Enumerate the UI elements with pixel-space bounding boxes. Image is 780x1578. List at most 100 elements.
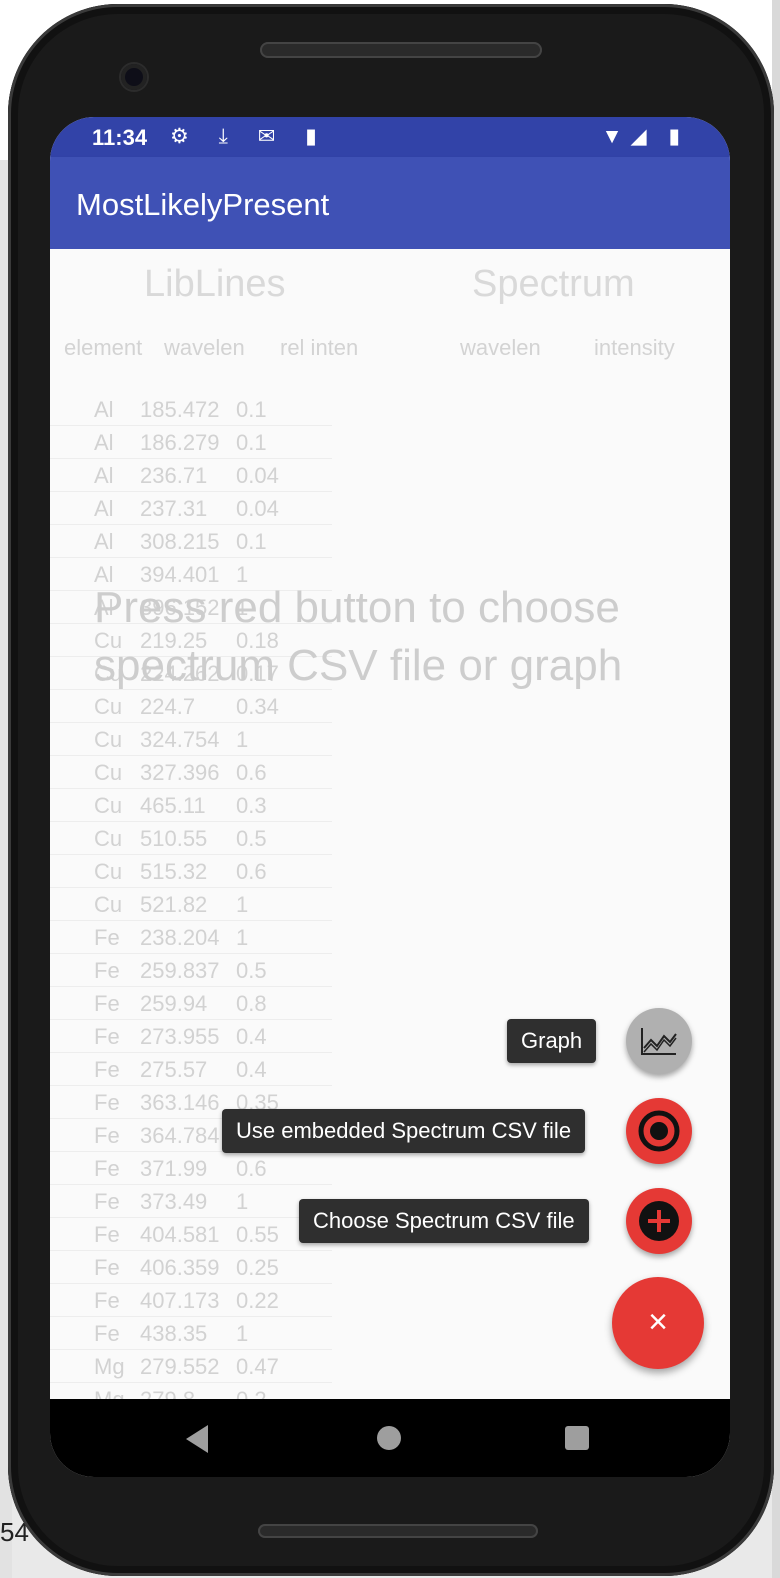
row-element: Al (94, 496, 114, 521)
row-rel-inten: 0.6 (236, 1156, 267, 1181)
row-rel-inten: 0.1 (236, 397, 267, 422)
row-rel-inten: 0.8 (236, 991, 267, 1016)
row-rel-inten: 0.55 (236, 1222, 279, 1247)
row-element: Cu (94, 694, 123, 719)
table-row: Al 237.31 0.04 (50, 492, 332, 525)
row-rel-inten: 0.04 (236, 496, 279, 521)
table-row: Cu 515.32 0.6 (50, 855, 332, 888)
graph-label[interactable]: Graph (507, 1019, 597, 1063)
row-element: Fe (94, 1090, 120, 1115)
table-row: Cu 521.82 1 (50, 888, 332, 921)
row-wavelen: 236.71 (140, 463, 208, 488)
table-row: Al 186.279 0.1 (50, 426, 332, 459)
row-element: Fe (94, 1222, 120, 1247)
row-wavelen: 515.32 (140, 859, 208, 884)
close-menu-fab[interactable]: × (612, 1277, 704, 1369)
row-element: Fe (94, 1255, 120, 1280)
status-bar: 11:34 ⚙ ⤓ ✉ ▮ ▼◢ ▮ (50, 117, 730, 157)
row-element: Cu (94, 892, 123, 917)
bottom-speaker (258, 1524, 538, 1538)
navigation-bar (50, 1399, 730, 1477)
table-row: Fe 438.35 1 (50, 1317, 332, 1350)
row-wavelen: 279.552 (140, 1354, 220, 1379)
table-row: Cu 510.55 0.5 (50, 822, 332, 855)
choose-csv-button[interactable] (626, 1188, 692, 1254)
row-rel-inten: 1 (236, 1189, 249, 1214)
row-element: Al (94, 397, 114, 422)
table-row: Fe 275.57 0.4 (50, 1053, 332, 1086)
row-wavelen: 186.279 (140, 430, 220, 455)
row-wavelen: 465.11 (140, 793, 206, 818)
row-element: Fe (94, 1057, 120, 1082)
graph-button[interactable] (626, 1008, 692, 1074)
spectrum-title: Spectrum (472, 263, 635, 305)
liblines-title: LibLines (144, 263, 286, 305)
row-wavelen: 324.754 (140, 727, 220, 752)
row-element: Fe (94, 1123, 120, 1148)
instruction-message: Press red button to choose spectrum CSV … (94, 583, 623, 690)
embedded-csv-label[interactable]: Use embedded Spectrum CSV file (222, 1109, 586, 1153)
header-rel-inten: rel inten (280, 335, 359, 360)
row-element: Al (94, 463, 114, 488)
row-wavelen: 238.204 (140, 925, 220, 950)
back-icon[interactable] (186, 1425, 208, 1453)
row-rel-inten: 1 (236, 892, 249, 917)
row-rel-inten: 0.1 (236, 430, 267, 455)
row-wavelen: 273.955 (140, 1024, 220, 1049)
row-wavelen: 308.215 (140, 529, 220, 554)
row-rel-inten: 0.5 (236, 958, 267, 983)
row-rel-inten: 0.4 (236, 1024, 267, 1049)
table-row: Al 236.71 0.04 (50, 459, 332, 492)
table-row: Al 185.472 0.1 (50, 393, 332, 426)
row-rel-inten: 0.34 (236, 694, 279, 719)
notification-icons: ⚙ ⤓ ✉ ▮ (170, 125, 329, 148)
row-element: Al (94, 430, 114, 455)
row-rel-inten: 1 (236, 727, 249, 752)
app-bar: MostLikelyPresent (50, 157, 730, 249)
row-rel-inten: 0.6 (236, 760, 267, 785)
row-element: Al (94, 529, 114, 554)
recents-icon[interactable] (565, 1426, 589, 1450)
row-rel-inten: 0.4 (236, 1057, 267, 1082)
row-wavelen: 259.837 (140, 958, 220, 983)
row-wavelen: 185.472 (140, 397, 220, 422)
front-camera (121, 64, 147, 90)
row-element: Cu (94, 727, 123, 752)
row-wavelen: 371.99 (140, 1156, 208, 1181)
row-element: Fe (94, 1288, 120, 1313)
table-row: Fe 259.837 0.5 (50, 954, 332, 987)
phone-screen: 11:34 ⚙ ⤓ ✉ ▮ ▼◢ ▮ MostLikelyPresent Lib… (50, 117, 730, 1477)
row-wavelen: 406.359 (140, 1255, 220, 1280)
table-row: Al 308.215 0.1 (50, 525, 332, 558)
home-icon[interactable] (377, 1426, 401, 1450)
top-speaker (260, 42, 542, 58)
row-wavelen: 510.55 (140, 826, 208, 851)
row-wavelen: 275.57 (140, 1057, 208, 1082)
row-rel-inten: 0.2 (236, 1387, 267, 1399)
table-row: Cu 465.11 0.3 (50, 789, 332, 822)
table-row: Fe 406.359 0.25 (50, 1251, 332, 1284)
header-wavelen: wavelen (164, 335, 245, 360)
row-element: Fe (94, 991, 120, 1016)
row-rel-inten: 1 (236, 1321, 249, 1346)
add-circle-icon (639, 1201, 679, 1241)
embedded-csv-button[interactable] (626, 1098, 692, 1164)
table-row: Fe 407.173 0.22 (50, 1284, 332, 1317)
row-rel-inten: 0.47 (236, 1354, 279, 1379)
row-element: Cu (94, 859, 123, 884)
table-row: Fe 238.204 1 (50, 921, 332, 954)
row-wavelen: 224.7 (140, 694, 196, 719)
row-wavelen: 279.8 (140, 1387, 195, 1399)
row-rel-inten: 0.25 (236, 1255, 279, 1280)
row-wavelen: 373.49 (140, 1189, 208, 1214)
choose-csv-label[interactable]: Choose Spectrum CSV file (299, 1199, 589, 1243)
row-element: Fe (94, 958, 120, 983)
row-wavelen: 364.784 (140, 1123, 220, 1148)
row-rel-inten: 0.3 (236, 793, 267, 818)
header-element: element (64, 335, 143, 360)
row-wavelen: 237.31 (140, 496, 208, 521)
row-rel-inten: 0.5 (236, 826, 267, 851)
status-time: 11:34 (92, 125, 148, 150)
row-element: Fe (94, 1156, 120, 1181)
table-row: Fe 273.955 0.4 (50, 1020, 332, 1053)
